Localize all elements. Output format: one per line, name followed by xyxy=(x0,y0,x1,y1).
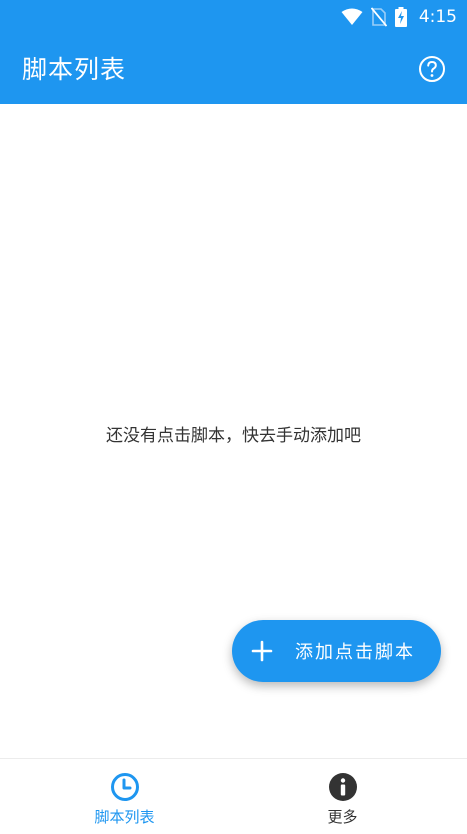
empty-state-message: 还没有点击脚本，快去手动添加吧 xyxy=(106,426,361,446)
fab-label: 添加点击脚本 xyxy=(295,642,415,663)
clock-icon xyxy=(110,772,140,802)
app-bar: 脚本列表 xyxy=(0,34,467,104)
no-sim-icon xyxy=(370,7,387,27)
plus-icon xyxy=(251,640,273,662)
nav-item-more[interactable]: 更多 xyxy=(226,759,459,834)
nav-label-more: 更多 xyxy=(327,808,358,826)
status-bar: 4:15 xyxy=(0,0,467,34)
help-circle-icon xyxy=(418,55,446,83)
help-button[interactable] xyxy=(417,54,447,84)
bottom-navigation: 脚本列表 更多 xyxy=(0,758,467,834)
status-time: 4:15 xyxy=(418,7,457,27)
info-icon xyxy=(328,772,358,802)
add-click-script-button[interactable]: 添加点击脚本 xyxy=(232,620,441,682)
status-icons: 4:15 xyxy=(341,6,457,28)
battery-charging-icon xyxy=(394,7,407,27)
nav-label-script-list: 脚本列表 xyxy=(94,808,155,826)
wifi-icon xyxy=(341,8,363,26)
nav-item-script-list[interactable]: 脚本列表 xyxy=(8,759,241,834)
page-title: 脚本列表 xyxy=(22,55,127,84)
